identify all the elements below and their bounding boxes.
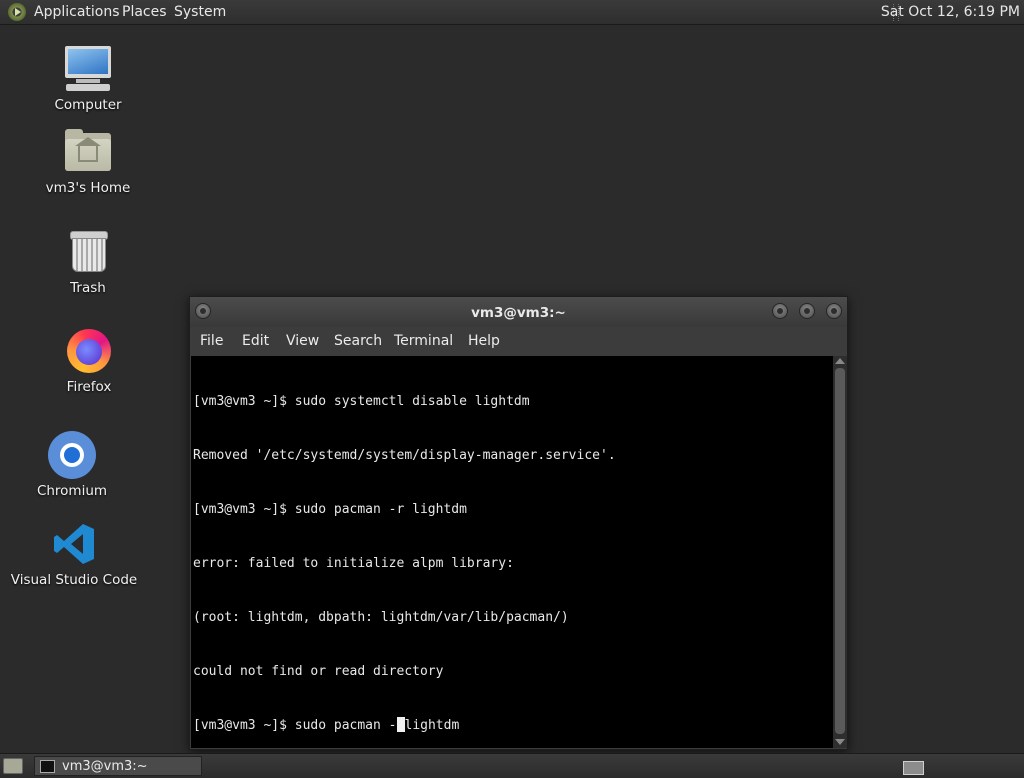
menu-search[interactable]: Search <box>334 333 382 349</box>
desktop-icon-firefox[interactable]: Firefox <box>24 327 154 395</box>
terminal-icon <box>40 760 55 773</box>
trash-icon <box>62 228 114 276</box>
terminal-input-text: lightdm <box>404 718 460 733</box>
terminal-window[interactable]: vm3@vm3:~ File Edit View Search Terminal… <box>189 296 848 750</box>
bottom-panel: vm3@vm3:~ <box>0 753 1024 778</box>
scroll-down-arrow-icon[interactable] <box>835 739 845 745</box>
workspace-switcher[interactable] <box>903 761 924 775</box>
menu-file[interactable]: File <box>200 333 223 349</box>
menu-help[interactable]: Help <box>468 333 500 349</box>
menu-view[interactable]: View <box>286 333 319 349</box>
terminal-output[interactable]: [vm3@vm3 ~]$ sudo systemctl disable ligh… <box>191 356 833 748</box>
top-panel: Applications Places System Sat Oct 12, 6… <box>0 0 1024 25</box>
applications-logo-icon[interactable] <box>8 3 26 21</box>
applications-menu[interactable]: Applications <box>34 4 120 20</box>
chromium-icon <box>46 431 98 479</box>
vscode-icon <box>48 520 100 568</box>
terminal-line: could not find or read directory <box>193 664 444 679</box>
text-cursor <box>396 717 405 732</box>
taskbar-task-label: vm3@vm3:~ <box>62 759 148 774</box>
window-titlebar[interactable]: vm3@vm3:~ <box>190 297 847 327</box>
firefox-icon <box>63 327 115 375</box>
desktop-icon-label: Visual Studio Code <box>10 572 138 588</box>
window-title: vm3@vm3:~ <box>471 305 566 321</box>
scroll-up-arrow-icon[interactable] <box>835 358 845 364</box>
terminal-line: Removed '/etc/systemd/system/display-man… <box>193 448 616 463</box>
desktop-icon-label: Firefox <box>66 379 112 395</box>
computer-icon <box>62 45 114 93</box>
show-desktop-icon[interactable] <box>3 758 23 774</box>
terminal-line: [vm3@vm3 ~]$ sudo systemctl disable ligh… <box>193 394 530 409</box>
desktop-icon-label: Chromium <box>36 483 108 499</box>
terminal-menubar: File Edit View Search Terminal Help <box>190 327 847 355</box>
menu-edit[interactable]: Edit <box>242 333 269 349</box>
desktop-icon-label: Trash <box>70 280 106 296</box>
desktop-icon-home[interactable]: vm3's Home <box>23 128 153 196</box>
desktop-icon-chromium[interactable]: Chromium <box>7 431 137 499</box>
close-button[interactable] <box>826 303 842 319</box>
maximize-button[interactable] <box>799 303 815 319</box>
terminal-scrollbar[interactable] <box>833 356 847 748</box>
desktop-icon-trash[interactable]: Trash <box>23 228 153 296</box>
menu-terminal[interactable]: Terminal <box>394 333 453 349</box>
terminal-input-line[interactable]: [vm3@vm3 ~]$ sudo pacman - lightdm <box>193 717 833 735</box>
desktop-icon-computer[interactable]: Computer <box>23 45 153 113</box>
places-menu[interactable]: Places <box>122 4 167 20</box>
minimize-button[interactable] <box>772 303 788 319</box>
home-folder-icon <box>62 128 114 176</box>
terminal-line: error: failed to initialize alpm library… <box>193 556 514 571</box>
desktop-icon-label: Computer <box>54 97 122 113</box>
terminal-prompt: [vm3@vm3 ~]$ sudo pacman - <box>193 718 397 733</box>
clock[interactable]: Sat Oct 12, 6:19 PM <box>881 4 1020 20</box>
clock-area: Sat Oct 12, 6:19 PM <box>881 0 1024 25</box>
scrollbar-thumb[interactable] <box>835 368 845 734</box>
desktop-icon-vscode[interactable]: Visual Studio Code <box>9 520 139 588</box>
terminal-line: (root: lightdm, dbpath: lightdm/var/lib/… <box>193 610 569 625</box>
taskbar-task-terminal[interactable]: vm3@vm3:~ <box>34 756 202 776</box>
terminal-line: [vm3@vm3 ~]$ sudo pacman -r lightdm <box>193 502 467 517</box>
system-menu[interactable]: System <box>174 4 226 20</box>
desktop-icon-label: vm3's Home <box>45 180 131 196</box>
